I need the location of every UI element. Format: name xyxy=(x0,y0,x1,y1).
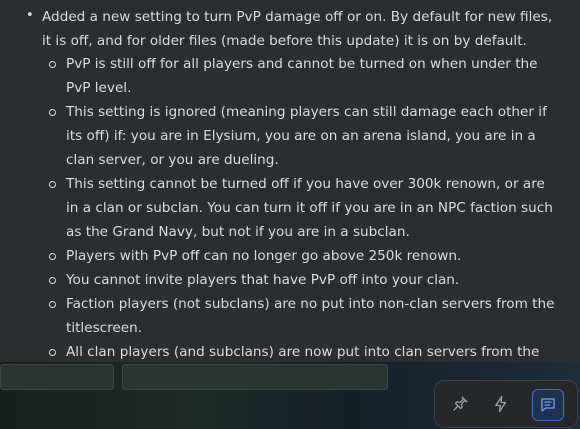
list-item-text: All clan players (and subclans) are now … xyxy=(66,344,540,360)
list-item: PvP is still off for all players and can… xyxy=(0,52,556,100)
list-item-text: Players with PvP off can no longer go ab… xyxy=(66,248,462,264)
bullet-icon xyxy=(49,61,56,68)
chat-button[interactable] xyxy=(532,389,564,421)
background-panel xyxy=(122,364,388,390)
changelog-sub-list: PvP is still off for all players and can… xyxy=(0,52,580,362)
list-item-text: This setting is ignored (meaning players… xyxy=(66,104,547,168)
bullet-icon xyxy=(49,301,56,308)
list-item-text: You cannot invite players that have PvP … xyxy=(66,272,460,288)
list-item: Players with PvP off can no longer go ab… xyxy=(0,244,556,268)
list-item-text: PvP is still off for all players and can… xyxy=(66,56,538,96)
changelog-main-text: Added a new setting to turn PvP damage o… xyxy=(42,9,553,49)
bullet-icon xyxy=(49,277,56,284)
list-item-text: Faction players (not subclans) are no pu… xyxy=(66,296,555,336)
changelog-panel: • Added a new setting to turn PvP damage… xyxy=(0,0,580,362)
pin-button[interactable] xyxy=(445,389,475,419)
bullet-icon xyxy=(49,109,56,116)
lightning-button[interactable] xyxy=(486,389,516,419)
bullet-icon: • xyxy=(26,8,34,23)
list-item: All clan players (and subclans) are now … xyxy=(0,340,556,362)
list-item: Faction players (not subclans) are no pu… xyxy=(0,292,556,340)
chat-icon xyxy=(541,398,555,412)
action-toolbar xyxy=(434,380,578,428)
bullet-icon xyxy=(49,253,56,260)
lightning-icon xyxy=(495,395,507,413)
list-item-text: This setting cannot be turned off if you… xyxy=(66,176,553,240)
bullet-icon xyxy=(49,181,56,188)
list-item: You cannot invite players that have PvP … xyxy=(0,268,556,292)
background-panel xyxy=(0,364,114,390)
pin-icon xyxy=(453,396,468,411)
list-item: This setting cannot be turned off if you… xyxy=(0,172,556,244)
list-item: This setting is ignored (meaning players… xyxy=(0,100,556,172)
bullet-icon xyxy=(49,349,56,356)
